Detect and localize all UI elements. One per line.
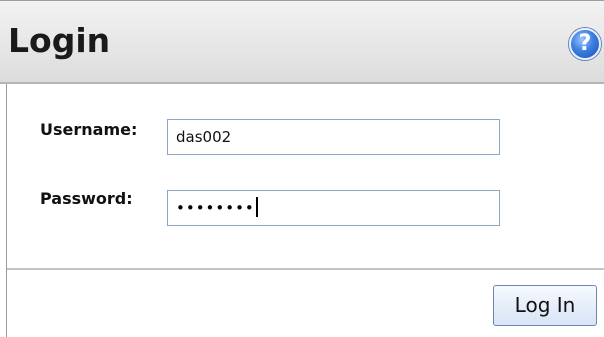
help-icon[interactable]: ? bbox=[569, 28, 601, 60]
page-title: Login bbox=[8, 21, 111, 60]
login-button[interactable]: Log In bbox=[493, 285, 597, 326]
password-value: •••••••• bbox=[176, 199, 255, 217]
footer-divider bbox=[7, 268, 604, 270]
left-border-divider bbox=[6, 84, 7, 337]
password-field[interactable]: •••••••• bbox=[167, 190, 500, 226]
username-label: Username: bbox=[40, 120, 138, 139]
text-caret bbox=[255, 197, 258, 217]
username-value: das002 bbox=[176, 128, 232, 146]
password-label: Password: bbox=[40, 189, 133, 208]
username-field[interactable]: das002 bbox=[167, 119, 500, 155]
login-panel: Login ? Username: das002 Password: •••••… bbox=[0, 0, 604, 337]
login-header: Login ? bbox=[0, 0, 604, 84]
